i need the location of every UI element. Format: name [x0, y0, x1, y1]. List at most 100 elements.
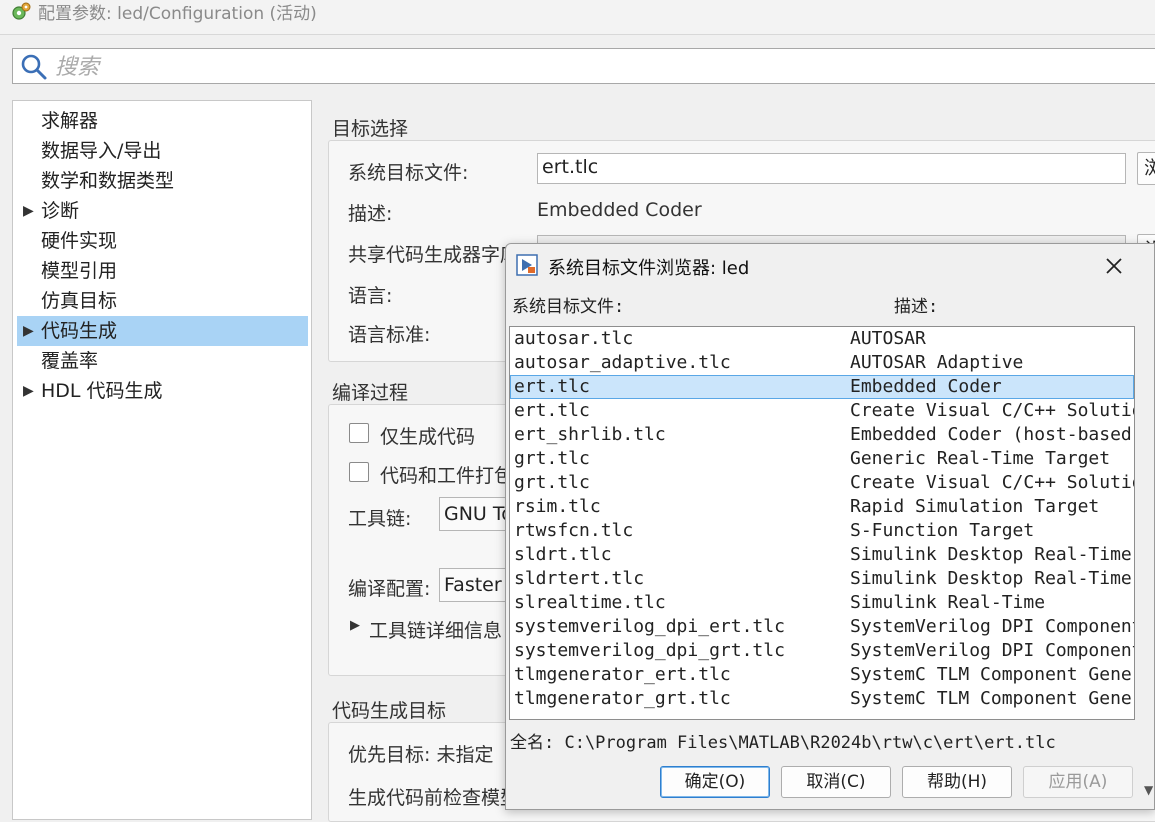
file-description: SystemC TLM Component Generator — [850, 688, 1134, 709]
file-description: SystemC TLM Component Generator — [850, 664, 1134, 685]
simulink-app-icon — [516, 254, 538, 276]
tree-item-label: 硬件实现 — [41, 230, 118, 252]
tree-item-label: 模型引用 — [41, 260, 118, 282]
target-file-list: autosar.tlc AUTOSAR autosar_adaptive.tlc A… — [509, 326, 1135, 720]
apply-button[interactable]: 应用(A) — [1023, 766, 1133, 798]
section-title-build: 编译过程 — [332, 382, 409, 404]
file-name: tlmgenerator_ert.tlc — [514, 664, 731, 685]
list-item[interactable]: slrealtime.tlc Simulink Real-Time — [510, 591, 1134, 615]
ok-button[interactable]: 确定(O) — [660, 766, 770, 798]
list-item[interactable]: autosar.tlc AUTOSAR — [510, 327, 1134, 351]
package-code-label: 代码和工件打包 — [380, 465, 514, 487]
list-item[interactable]: rtwsfcn.tlc S-Function Target — [510, 519, 1134, 543]
list-item[interactable]: tlmgenerator_grt.tlc SystemC TLM Componen… — [510, 687, 1134, 711]
tree-item-code-generation[interactable]: ▶ 代码生成 — [17, 316, 308, 346]
list-item[interactable]: grt.tlc Generic Real-Time Target — [510, 447, 1134, 471]
list-item[interactable]: systemverilog_dpi_grt.tlc SystemVerilog D… — [510, 639, 1134, 663]
file-description: Embedded Coder (host-based shared librar… — [850, 424, 1134, 445]
expand-arrow-icon[interactable]: ▶ — [23, 196, 34, 226]
tree-item-hardware[interactable]: 硬件实现 — [17, 226, 308, 256]
close-icon[interactable] — [1100, 252, 1128, 280]
tree-item-label: 求解器 — [41, 110, 99, 132]
package-code-checkbox[interactable] — [349, 462, 369, 482]
tree-item-label: 数学和数据类型 — [41, 170, 175, 192]
list-item[interactable]: sldrtert.tlc Simulink Desktop Real-Time — [510, 567, 1134, 591]
tree-item-label: 诊断 — [41, 200, 80, 222]
file-name: grt.tlc — [514, 448, 590, 469]
stf-field[interactable]: ert.tlc — [537, 153, 1126, 184]
file-name: tlmgenerator_grt.tlc — [514, 688, 731, 709]
file-description: Create Visual C/C++ Solution — [850, 400, 1135, 421]
file-description: AUTOSAR Adaptive — [850, 352, 1024, 373]
file-name: rtwsfcn.tlc — [514, 520, 634, 541]
file-description: AUTOSAR — [850, 328, 926, 349]
category-tree: 求解器 数据导入/导出 数学和数据类型 ▶ 诊断 硬件实现 模型引用 仿真目标 … — [12, 100, 312, 820]
tree-item-label: 数据导入/导出 — [41, 140, 162, 162]
list-item[interactable]: systemverilog_dpi_ert.tlc SystemVerilog D… — [510, 615, 1134, 639]
tree-item-hdl-code-generation[interactable]: ▶ HDL 代码生成 — [17, 376, 308, 406]
help-button[interactable]: 帮助(H) — [902, 766, 1012, 798]
tree-item-label: 仿真目标 — [41, 290, 118, 312]
file-name: systemverilog_dpi_ert.tlc — [514, 616, 785, 637]
search-icon — [21, 54, 47, 80]
tree-item-data-import-export[interactable]: 数据导入/导出 — [17, 136, 308, 166]
stf-label: 系统目标文件: — [348, 162, 469, 184]
file-name: ert_shrlib.tlc — [514, 424, 666, 445]
list-item[interactable]: autosar_adaptive.tlc AUTOSAR Adaptive — [510, 351, 1134, 375]
tree-item-model-referencing[interactable]: 模型引用 — [17, 256, 308, 286]
file-description: Simulink Real-Time — [850, 592, 1046, 613]
tree-item-simulation-target[interactable]: 仿真目标 — [17, 286, 308, 316]
list-item[interactable]: tlmgenerator_ert.tlc SystemC TLM Componen… — [510, 663, 1134, 687]
tree-item-solver[interactable]: 求解器 — [17, 106, 308, 136]
tree-item-label: 覆盖率 — [41, 350, 99, 372]
tree-item-math-data-types[interactable]: 数学和数据类型 — [17, 166, 308, 196]
column-header-description: 描述: — [894, 297, 939, 317]
language-standard-label: 语言标准: — [348, 324, 431, 346]
expand-arrow-icon[interactable]: ▶ — [23, 316, 34, 346]
section-title-target: 目标选择 — [332, 118, 409, 140]
file-description: SystemVerilog DPI Component — [850, 640, 1135, 661]
list-item[interactable]: grt.tlc Create Visual C/C++ Solution — [510, 471, 1134, 495]
list-item-selected[interactable]: ert.tlc Embedded Coder — [510, 375, 1134, 399]
title-bar: 配置参数: led/Configuration (活动) — [0, 0, 1155, 35]
list-item[interactable]: rsim.tlc Rapid Simulation Target — [510, 495, 1134, 519]
language-label: 语言: — [348, 285, 393, 307]
cancel-button[interactable]: 取消(C) — [781, 766, 891, 798]
scroll-down-icon[interactable]: ▼ — [1144, 783, 1153, 797]
search-box[interactable] — [12, 48, 1155, 84]
gears-icon — [12, 2, 31, 20]
tree-item-diagnostics[interactable]: ▶ 诊断 — [17, 196, 308, 226]
tree-item-label: HDL 代码生成 — [41, 380, 163, 402]
section-title-objectives: 代码生成目标 — [332, 700, 447, 722]
file-description: Create Visual C/C++ Solution — [850, 472, 1135, 493]
list-item[interactable]: ert_shrlib.tlc Embedded Coder (host-based… — [510, 423, 1134, 447]
search-input[interactable] — [53, 52, 657, 82]
column-header-file: 系统目标文件: — [512, 297, 625, 317]
file-name: systemverilog_dpi_grt.tlc — [514, 640, 785, 661]
browse-button[interactable]: 浏 — [1137, 152, 1155, 185]
tree-item-label: 代码生成 — [41, 320, 118, 342]
generate-code-only-checkbox[interactable] — [349, 423, 369, 443]
file-name: autosar.tlc — [514, 328, 634, 349]
window-title: 配置参数: led/Configuration (活动) — [38, 4, 317, 24]
file-description: Simulink Desktop Real-Time — [850, 544, 1132, 565]
file-name: sldrt.tlc — [514, 544, 612, 565]
list-item[interactable]: ert.tlc Create Visual C/C++ Solution — [510, 399, 1134, 423]
file-name: grt.tlc — [514, 472, 590, 493]
system-target-file-browser-dialog: 系统目标文件浏览器: led 系统目标文件: 描述: autosar.tlc AU… — [505, 243, 1155, 810]
expand-arrow-icon[interactable]: ▶ — [23, 376, 34, 406]
expand-arrow-icon[interactable]: ▶ — [350, 618, 360, 633]
toolchain-label: 工具链: — [348, 508, 412, 530]
desc-label: 描述: — [348, 203, 393, 225]
desc-value: Embedded Coder — [537, 199, 702, 221]
tree-item-coverage[interactable]: 覆盖率 — [17, 346, 308, 376]
toolchain-details-toggle[interactable]: 工具链详细信息 — [369, 616, 502, 643]
shared-code-label: 共享代码生成器字库 — [348, 244, 520, 266]
file-description: Simulink Desktop Real-Time — [850, 568, 1132, 589]
file-name: autosar_adaptive.tlc — [514, 352, 731, 373]
file-name: slrealtime.tlc — [514, 592, 666, 613]
list-item[interactable]: sldrt.tlc Simulink Desktop Real-Time — [510, 543, 1134, 567]
generate-code-only-label: 仅生成代码 — [380, 426, 476, 448]
file-description: S-Function Target — [850, 520, 1035, 541]
file-description: SystemVerilog DPI Component — [850, 616, 1135, 637]
